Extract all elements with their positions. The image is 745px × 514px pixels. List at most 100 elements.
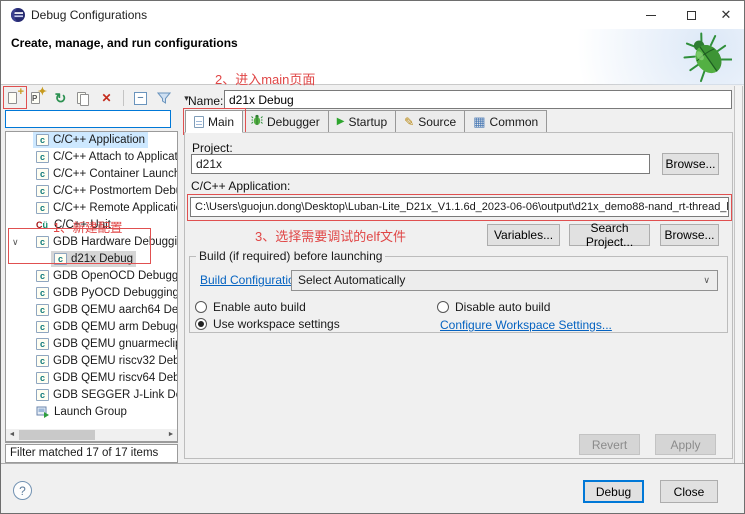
new-prototype-icon[interactable]: P✦ (29, 90, 46, 107)
c-config-icon: c (36, 355, 49, 367)
debug-button[interactable]: Debug (583, 480, 644, 503)
c-config-icon: c (36, 134, 49, 146)
export-configuration-icon[interactable]: ↻ (52, 90, 69, 107)
tree-item-content[interactable]: cC/C++ Remote Application (33, 200, 177, 216)
dialog-subtitle: Create, manage, and run configurations (11, 36, 238, 50)
configure-workspace-settings-link[interactable]: Configure Workspace Settings... (440, 318, 612, 332)
tree-item-c-c-container-launcher[interactable]: cC/C++ Container Launcher (6, 166, 177, 183)
radio-circle[interactable] (195, 301, 207, 313)
tree-item-c-c-remote-application[interactable]: cC/C++ Remote Application (6, 200, 177, 217)
project-field[interactable]: d21x (191, 154, 650, 174)
table-tab-icon: ▦ (473, 116, 485, 128)
radio-circle[interactable] (437, 301, 449, 313)
tree-item-content[interactable]: cGDB SEGGER J-Link Debugg (33, 387, 177, 403)
debug-bug-icon (682, 31, 732, 83)
radio-disable-auto-build[interactable]: Disable auto build (437, 300, 550, 314)
tree-item-label: GDB QEMU riscv32 Debugg (53, 353, 177, 370)
tree-item-gdb-qemu-arm-debugging[interactable]: cGDB QEMU arm Debugging (6, 319, 177, 336)
collapse-all-icon[interactable]: − (132, 90, 149, 107)
annotation-step3: 3、选择需要调试的elf文件 (255, 226, 406, 245)
tree-horizontal-scrollbar[interactable]: ◄ ► (5, 429, 178, 442)
radio-enable-auto-build[interactable]: Enable auto build (195, 300, 306, 314)
project-browse-button[interactable]: Browse... (662, 153, 719, 175)
window-title: Debug Configurations (31, 8, 147, 22)
delete-configuration-icon[interactable]: ✕ (98, 90, 115, 107)
tree-item-c-c-postmortem-debugg[interactable]: cC/C++ Postmortem Debugg (6, 183, 177, 200)
search-project-button[interactable]: Search Project... (569, 224, 650, 246)
scroll-right-arrow[interactable]: ► (165, 429, 177, 441)
tree-item-gdb-pyocd-debugging[interactable]: cGDB PyOCD Debugging (6, 285, 177, 302)
tree-item-gdb-qemu-riscv64-debugg[interactable]: cGDB QEMU riscv64 Debugg (6, 370, 177, 387)
tree-item-gdb-qemu-riscv32-debugg[interactable]: c GDB QEMU riscv32 Debugg (6, 353, 177, 370)
tab-label: Startup (348, 115, 387, 129)
tab-source[interactable]: ✎Source (396, 110, 465, 133)
tree-item-gdb-qemu-gnuarmeclipse-i[interactable]: cGDB QEMU gnuarmeclipse I (6, 336, 177, 353)
tab-startup[interactable]: ▶Startup (329, 110, 396, 133)
build-configuration-select[interactable]: Select Automatically ∨ (291, 270, 718, 291)
tree-item-content[interactable]: Launch Group (33, 404, 130, 420)
tree-item-gdb-hardware-debugging[interactable]: ∨ cGDB Hardware Debugging (6, 234, 177, 251)
build-group-title: Build (if required) before launching (196, 249, 385, 263)
tree-item-launch-group[interactable]: Launch Group (6, 404, 177, 421)
duplicate-configuration-icon[interactable] (75, 90, 92, 107)
tree-item-d21x-debug[interactable]: cd21x Debug (6, 251, 177, 268)
cunit-icon: Cü (36, 219, 50, 231)
tree-item-content[interactable]: cC/C++ Application (33, 132, 148, 148)
tree-item-gdb-openocd-debugging[interactable]: cGDB OpenOCD Debugging (6, 268, 177, 285)
revert-button[interactable]: Revert (579, 434, 640, 455)
maximize-button[interactable] (674, 1, 708, 29)
close-button[interactable]: ✕ (709, 1, 743, 29)
c-config-icon: c (36, 168, 49, 180)
tree-item-c-c-attach-to-application[interactable]: c C/C++ Attach to Application (6, 149, 177, 166)
title-bar[interactable]: Debug Configurations ✕ (1, 1, 744, 29)
tree-item-content[interactable]: c C/C++ Attach to Application (33, 149, 177, 165)
tab-debugger[interactable]: Debugger (243, 110, 329, 133)
tree-item-content[interactable]: cd21x Debug (51, 251, 136, 267)
filter-input[interactable] (5, 110, 171, 128)
tree-item-content[interactable]: cC/C++ Container Launcher (33, 166, 177, 182)
c-config-icon: c (36, 151, 49, 163)
vertical-scrollbar[interactable] (734, 86, 743, 463)
eclipse-icon (10, 7, 26, 23)
name-input[interactable] (224, 90, 732, 109)
build-configuration-link[interactable]: Build Configuration: (200, 273, 305, 287)
tree-item-content[interactable]: cGDB OpenOCD Debugging (33, 268, 177, 284)
tree-item-content[interactable]: cGDB PyOCD Debugging (33, 285, 177, 301)
tree-item-content[interactable]: cGDB Hardware Debugging (33, 234, 177, 250)
radio-circle[interactable] (195, 318, 207, 330)
application-browse-button[interactable]: Browse... (660, 224, 719, 246)
tree-item-content[interactable]: cGDB QEMU arm Debugging (33, 319, 177, 335)
tree-item-gdb-segger-j-link-debugg[interactable]: cGDB SEGGER J-Link Debugg (6, 387, 177, 404)
tree-item-content[interactable]: cGDB QEMU gnuarmeclipse I (33, 336, 177, 352)
help-button[interactable]: ? (13, 481, 32, 500)
tab-common[interactable]: ▦Common (465, 110, 547, 133)
name-label: Name: (188, 94, 223, 108)
scrollbar-thumb[interactable] (19, 430, 95, 440)
c-config-icon: c (36, 389, 49, 401)
close-dialog-button[interactable]: Close (660, 480, 718, 503)
apply-button[interactable]: Apply (655, 434, 716, 455)
expander-icon[interactable]: ∨ (12, 234, 24, 251)
tree-item-label: GDB QEMU gnuarmeclipse I (53, 336, 177, 353)
tree-item-content[interactable]: cGDB QEMU aarch64 Debugg (33, 302, 177, 318)
tree-item-content[interactable]: cGDB QEMU riscv64 Debugg (33, 370, 177, 386)
configurations-tree[interactable]: cC/C++ ApplicationcC/C++ Attach to Appli… (5, 131, 178, 443)
variables-button[interactable]: Variables... (487, 224, 560, 246)
scroll-left-arrow[interactable]: ◄ (6, 429, 18, 441)
play-tab-icon: ▶ (337, 116, 345, 127)
radio-use-workspace-settings[interactable]: Use workspace settings (195, 317, 340, 331)
tab-main[interactable]: Main (185, 110, 243, 133)
new-configuration-icon[interactable]: + (6, 90, 23, 107)
filter-icon[interactable] (155, 90, 172, 107)
tree-item-gdb-qemu-aarch64-debugg[interactable]: cGDB QEMU aarch64 Debugg (6, 302, 177, 319)
application-path-field[interactable]: C:\Users\guojun.dong\Desktop\Luban-Lite_… (190, 197, 729, 217)
minimize-button[interactable] (634, 1, 668, 29)
c-config-icon: c (54, 253, 67, 265)
tab-label: Debugger (267, 115, 320, 129)
tree-item-c-c-application[interactable]: cC/C++ Application (6, 132, 177, 149)
filter-status-text: Filter matched 17 of 17 items (5, 444, 178, 463)
tree-item-label: C/C++ Attach to Application (53, 149, 177, 166)
tree-item-content[interactable]: cC/C++ Postmortem Debugg (33, 183, 177, 199)
annotation-step1: 1、新建配置 (53, 217, 122, 236)
tree-item-content[interactable]: c GDB QEMU riscv32 Debugg (33, 353, 177, 369)
